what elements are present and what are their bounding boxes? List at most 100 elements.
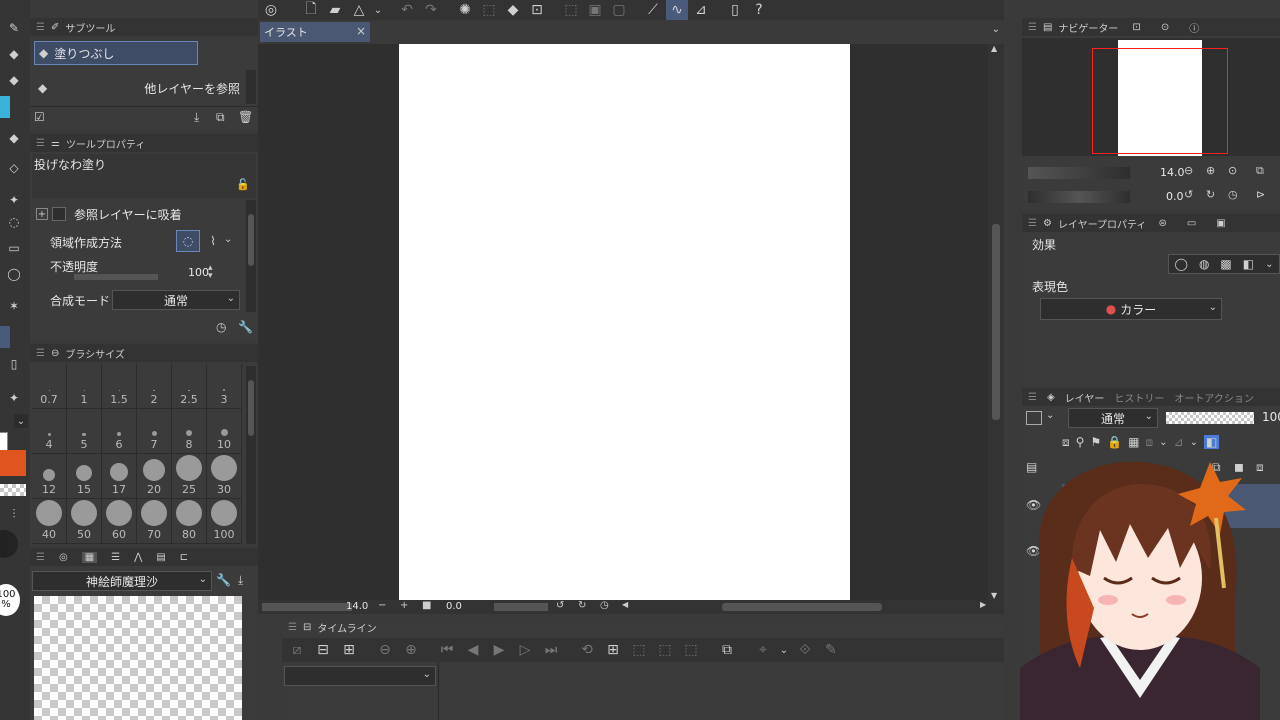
gradient-tool-icon[interactable]: ◆ [4, 128, 24, 148]
sub-color-swatch[interactable] [0, 450, 26, 476]
grip-icon[interactable]: ☰ [288, 622, 297, 633]
tab-history[interactable]: ヒストリー [1114, 390, 1164, 405]
close-icon[interactable]: × [356, 24, 366, 38]
fit-icon[interactable]: ■ [422, 600, 431, 611]
navigator-angle-slider[interactable] [1028, 191, 1130, 203]
scroll-thumb[interactable] [992, 224, 1000, 420]
bucket-tool-icon[interactable]: ◇ [4, 158, 24, 178]
zoom-in-icon[interactable]: ⊕ [1206, 164, 1215, 177]
sync-icon[interactable]: ⧉ [716, 639, 738, 661]
brush-size-cell[interactable]: 4 [32, 409, 67, 454]
rotate-left-icon[interactable]: ↺ [1184, 188, 1193, 201]
chevron-down-icon[interactable]: ⌄ [224, 234, 232, 245]
lock-icon[interactable]: 🔓 [236, 178, 250, 191]
onion-skin-icon[interactable]: ⬚ [654, 639, 676, 661]
brush-size-cell[interactable]: 3 [207, 364, 242, 409]
reset-icon[interactable]: ◷ [216, 320, 226, 334]
text-tool-icon[interactable]: ◯ [4, 264, 24, 284]
brush-size-cell[interactable]: 20 [137, 454, 172, 499]
stepper-icon[interactable]: ▴ ▾ [208, 264, 213, 281]
subtool-item-fill[interactable]: ◆ 塗りつぶし [34, 41, 198, 65]
layer-opacity-slider[interactable] [1166, 412, 1254, 424]
marker-tool-icon[interactable]: ◆ [4, 70, 24, 90]
scroll-left-icon[interactable]: ◀ [622, 600, 628, 609]
undo-icon[interactable]: ↶ [396, 0, 418, 21]
deselect-icon[interactable]: ⬚ [560, 0, 582, 21]
import-icon[interactable]: ⤓ [238, 573, 243, 588]
zoom-out-icon[interactable]: − [378, 600, 386, 611]
zoom-out-icon[interactable]: ⊖ [1184, 164, 1193, 177]
lasso-tool-icon[interactable]: ◌ [4, 212, 24, 232]
layer-tab-icon[interactable]: ▣ [1216, 218, 1225, 229]
layer-mode-box[interactable] [1026, 411, 1042, 425]
actual-size-icon[interactable]: ⧉ [1256, 164, 1264, 178]
color-history-tab-icon[interactable]: ▤ [156, 552, 165, 563]
new-cel-icon[interactable]: ⊞ [602, 639, 624, 661]
fill-icon[interactable]: ◆ [502, 0, 524, 21]
assign-cel-icon[interactable]: ⬚ [628, 639, 650, 661]
fill-tool-icon[interactable] [0, 96, 10, 118]
search-layer-icon[interactable]: ⊜ [1158, 218, 1166, 229]
brush-size-cell[interactable]: 25 [172, 454, 207, 499]
tool-property-scrollbar[interactable] [246, 200, 256, 312]
sub-view-tab-icon[interactable]: ⊏ [180, 552, 188, 563]
easing-icon[interactable]: ⟐ [794, 639, 816, 661]
zoom-badge[interactable]: 100 % [0, 584, 20, 616]
brush-size-cell[interactable]: 80 [172, 499, 207, 544]
zoom-in-icon[interactable]: + [400, 600, 408, 611]
subtool-scrollbar[interactable] [246, 70, 256, 104]
tone-icon[interactable]: ▩ [1220, 257, 1231, 271]
navigator-zoom-value[interactable]: 14.0 [1160, 166, 1185, 179]
polyline-mode-icon[interactable]: ⌇ [202, 230, 224, 252]
navigator-angle-value[interactable]: 0.0 [1166, 190, 1184, 203]
brush-size-cell[interactable]: 40 [32, 499, 67, 544]
layer-blend-select[interactable]: 通常 ⌄ [1068, 408, 1158, 428]
color-adjust-icon[interactable]: ⫶ [4, 504, 24, 524]
balloon-tool-icon[interactable]: ✶ [4, 296, 24, 316]
new-file-icon[interactable]: 🗋 [300, 0, 322, 21]
lock-icon[interactable]: 🔒 [1107, 435, 1122, 449]
brush-size-cell[interactable]: 70 [137, 499, 172, 544]
brush-size-cell[interactable]: 60 [102, 499, 137, 544]
new-timeline-icon[interactable]: ⧄ [286, 639, 308, 661]
rotate-left-icon[interactable]: ↺ [556, 600, 564, 611]
mask-icon[interactable]: ⧈ [1146, 435, 1154, 450]
pen-icon[interactable]: ✎ [820, 639, 842, 661]
info-circle-icon[interactable]: ⓘ [1189, 20, 1199, 35]
opacity-value[interactable]: 100 [188, 266, 209, 279]
grip-icon[interactable]: ☰ [1028, 218, 1037, 229]
fit-screen-icon[interactable]: ⊙ [1228, 164, 1237, 177]
snap-special-ruler-icon[interactable]: ∿ [666, 0, 688, 21]
brush-size-cell[interactable]: 1.5 [102, 364, 137, 409]
draft-layer-icon[interactable]: ⚑ [1090, 435, 1101, 449]
brush-size-scrollbar[interactable] [246, 366, 256, 544]
snap-ruler-icon[interactable]: ⟋ [642, 0, 664, 21]
redo-icon[interactable]: ↷ [420, 0, 442, 21]
brush-size-cell[interactable]: 50 [67, 499, 102, 544]
chevron-down-icon[interactable]: ⌄ [1190, 437, 1198, 448]
select-area-icon[interactable]: ▢ [608, 0, 630, 21]
eyedropper-tool-icon[interactable]: ✦ [4, 388, 24, 408]
next-frame-icon[interactable]: ▷ [514, 639, 536, 661]
opacity-slider[interactable] [74, 274, 158, 280]
help-icon[interactable]: ? [748, 0, 770, 21]
prev-frame-icon[interactable]: ◀ [462, 639, 484, 661]
brush-size-cell[interactable]: 0.7 [32, 364, 67, 409]
smartphone-icon[interactable]: ▯ [724, 0, 746, 21]
reference-layer-icon[interactable]: ⚲ [1076, 435, 1085, 449]
rotate-right-icon[interactable]: ↻ [1206, 188, 1215, 201]
brush-size-cell[interactable]: 2.5 [172, 364, 207, 409]
chevron-down-icon[interactable]: ⌄ [778, 639, 790, 661]
angle-slider[interactable] [494, 603, 548, 611]
reset-rotation-icon[interactable]: ◷ [600, 600, 609, 611]
blend-select[interactable]: 通常 ⌄ [112, 290, 240, 310]
add-track-icon[interactable]: ⊞ [338, 639, 360, 661]
layer-opacity-value[interactable]: 100 [1262, 410, 1280, 424]
select-tool-icon[interactable] [0, 326, 10, 348]
tab-auto-action[interactable]: オートアクション [1174, 390, 1254, 405]
play-icon[interactable]: ▶ [488, 639, 510, 661]
animation-cel-icon[interactable]: ▭ [1187, 218, 1196, 229]
navigator-zoom-slider[interactable] [1028, 167, 1130, 179]
grip-icon[interactable]: ☰ [36, 138, 45, 149]
lock-transparency-icon[interactable]: ▦ [1128, 435, 1139, 449]
